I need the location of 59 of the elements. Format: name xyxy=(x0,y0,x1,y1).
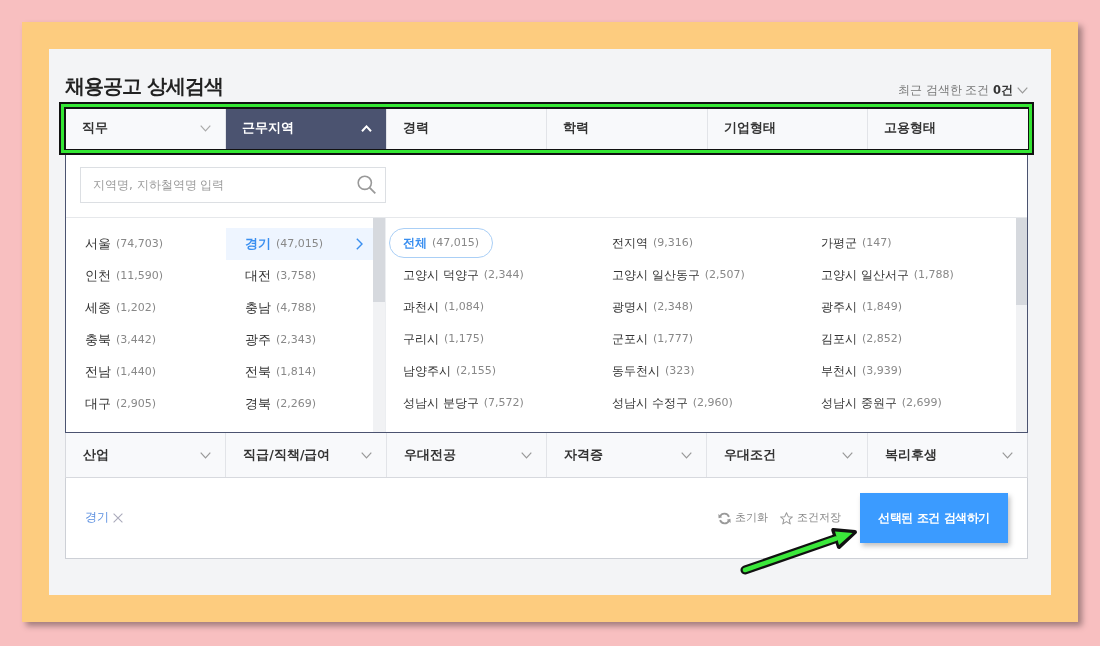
chevron-down-icon xyxy=(360,451,372,459)
province-item[interactable]: 충남 (4,788) xyxy=(226,292,373,324)
scrollbar-thumb[interactable] xyxy=(373,218,385,302)
close-icon[interactable] xyxy=(113,513,123,523)
district-item[interactable]: 동두천시 (323) xyxy=(598,356,709,386)
district-item[interactable]: 김포시 (2,852) xyxy=(807,324,917,354)
chevron-down-icon xyxy=(841,451,853,459)
chevron-down-icon xyxy=(1001,451,1013,459)
filter-dropdown[interactable]: 우대조건 xyxy=(707,433,868,477)
star-icon xyxy=(780,511,793,525)
filter-tab[interactable]: 학력 xyxy=(547,108,708,149)
province-item[interactable]: 전북 (1,814) xyxy=(226,356,373,388)
scrollbar-thumb[interactable] xyxy=(1016,218,1027,305)
district-item[interactable]: 군포시 (1,777) xyxy=(598,324,708,354)
chevron-down-icon xyxy=(521,451,532,459)
chevron-down-icon xyxy=(1017,86,1028,94)
reset-button[interactable]: 초기화 xyxy=(718,510,768,526)
province-item[interactable]: 대전 (3,758) xyxy=(226,260,373,292)
district-item[interactable]: 성남시 중원구 (2,699) xyxy=(807,388,956,418)
district-item[interactable]: 성남시 분당구 (7,572) xyxy=(389,388,538,418)
filter-tab[interactable]: 기업형태 xyxy=(707,108,868,149)
filter-tab[interactable]: 근무지역 xyxy=(226,108,387,149)
filter-dropdown[interactable]: 복리후생 xyxy=(867,433,1027,477)
filter-dropdown[interactable]: 직급/직책/급여 xyxy=(226,433,387,477)
district-item[interactable]: 고양시 일산서구 (1,788) xyxy=(807,260,968,290)
district-item[interactable]: 광주시 (1,849) xyxy=(807,292,917,322)
page-title: 채용공고 상세검색 xyxy=(65,73,223,100)
province-item[interactable]: 대구 (2,905) xyxy=(66,388,226,420)
filter-tab[interactable]: 직무 xyxy=(65,108,226,149)
province-item[interactable]: 광주 (2,343) xyxy=(226,324,373,356)
save-button[interactable]: 조건저장 xyxy=(780,510,841,526)
district-item[interactable]: 성남시 수정구 (2,960) xyxy=(598,388,747,418)
filter-tab[interactable]: 고용형태 xyxy=(868,108,1028,149)
district-item[interactable]: 구리시 (1,175) xyxy=(389,324,499,354)
chevron-down-icon xyxy=(681,451,693,459)
filter-tab[interactable]: 경력 xyxy=(386,108,547,149)
filter-dropdown[interactable]: 자격증 xyxy=(547,433,708,477)
filter-dropdown[interactable]: 산업 xyxy=(66,433,227,477)
district-item[interactable]: 부천시 (3,939) xyxy=(807,356,917,386)
province-item[interactable]: 세종 (1,202) xyxy=(66,292,226,324)
province-item[interactable]: 전남 (1,440) xyxy=(66,356,226,388)
district-item[interactable]: 고양시 덕양구 (2,344) xyxy=(389,260,538,290)
district-item[interactable]: 전지역 (9,316) xyxy=(598,228,708,258)
province-item[interactable]: 인천 (11,590) xyxy=(66,260,226,292)
district-item[interactable]: 남양주시 (2,155) xyxy=(389,356,511,386)
refresh-icon xyxy=(718,511,731,525)
district-item[interactable]: 가평군 (147) xyxy=(807,228,906,258)
district-item[interactable]: 과천시 (1,084) xyxy=(389,292,499,322)
province-item[interactable]: 서울 (74,703) xyxy=(66,228,226,260)
chevron-right-icon xyxy=(356,238,363,250)
district-item[interactable]: 광명시 (2,348) xyxy=(598,292,708,322)
province-item[interactable]: 경북 (2,269) xyxy=(226,388,373,420)
province-item[interactable]: 충북 (3,442) xyxy=(66,324,226,356)
search-field[interactable]: 지역명, 지하철역명 입력 xyxy=(80,167,386,203)
search-icon[interactable] xyxy=(357,175,376,194)
chevron-down-icon xyxy=(200,451,212,459)
district-item[interactable]: 고양시 일산동구 (2,507) xyxy=(598,260,759,290)
recent-searches-toggle[interactable]: 최근 검색한 조건 0건 xyxy=(898,81,1028,99)
filter-dropdown[interactable]: 우대전공 xyxy=(386,433,547,477)
